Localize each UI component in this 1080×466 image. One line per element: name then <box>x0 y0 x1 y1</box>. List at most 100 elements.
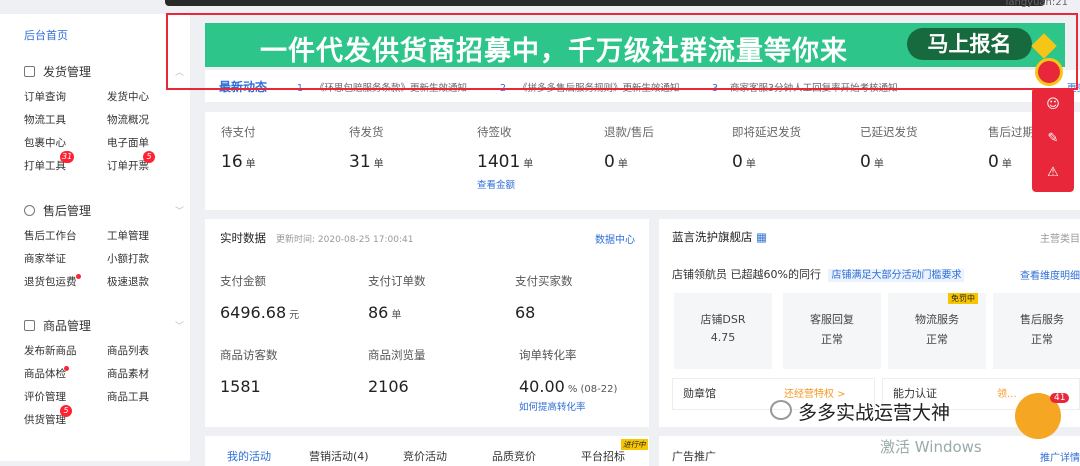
metric-label: 商品浏览量 <box>368 348 426 362</box>
tab-quality-bid[interactable]: 品质竞价 <box>492 448 536 464</box>
stat-number: 0 <box>988 152 999 172</box>
item-label: 商品体检 <box>24 368 66 380</box>
data-center-link[interactable]: 数据中心 <box>595 231 635 246</box>
sidebar-item-ticket-manage[interactable]: 工单管理 <box>107 228 184 244</box>
item-label: 订单开票 <box>107 160 149 172</box>
top-bar: langyuan:21 <box>0 0 1080 14</box>
sidebar-item-shipping-center[interactable]: 发货中心 <box>107 89 184 105</box>
stat-number: 31 <box>349 152 371 172</box>
stat-number: 0 <box>860 152 871 172</box>
metric-value: 86 单 <box>368 303 426 322</box>
count-badge: 31 <box>60 151 75 163</box>
tab-bidding[interactable]: 竞价活动 <box>403 448 447 464</box>
stat-label: 待发货 <box>349 125 384 139</box>
wechat-icon <box>770 400 792 420</box>
sidebar-item-review-manage[interactable]: 评价管理 <box>24 389 107 405</box>
stat-pending-shipment[interactable]: 待发货 31 单 <box>349 124 384 172</box>
pilot-tag: 店铺满足大部分活动门槛要求 <box>828 269 965 282</box>
dimension-detail-link[interactable]: 查看维度明细 <box>1020 267 1080 282</box>
sidebar-item-e-waybill[interactable]: 电子面单 <box>107 135 184 151</box>
section-header[interactable]: 发货管理 ︿ <box>24 61 184 81</box>
section-header[interactable]: 商品管理 ﹀ <box>24 315 184 335</box>
metric-visitors: 商品访客数 1581 <box>220 347 278 396</box>
stat-number: 16 <box>221 152 243 172</box>
watermark-text: 多多实战运营大神 <box>798 402 951 424</box>
stat-pending-payment[interactable]: 待支付 16 单 <box>221 124 256 172</box>
sidebar-item-product-assets[interactable]: 商品素材 <box>107 366 184 382</box>
sidebar-item-invoice[interactable]: 订单开票 5 <box>107 151 184 174</box>
ads-detail-link[interactable]: 推广详情 <box>1040 449 1080 464</box>
card-aftersale[interactable]: 售后服务 正常 <box>993 293 1080 369</box>
sidebar-item-product-list[interactable]: 商品列表 <box>107 343 184 359</box>
store-name[interactable]: 蓝言洗护旗舰店 ▦ <box>672 229 767 245</box>
card-label: 客服回复 <box>810 313 854 326</box>
metric-pay-buyers: 支付买家数 68 <box>515 273 573 322</box>
sidebar-item-logistics-tools[interactable]: 物流工具 <box>24 112 107 128</box>
section-header[interactable]: 售后管理 ﹀ <box>24 200 184 220</box>
stat-pending-receipt[interactable]: 待签收 1401 单 查看金额 <box>477 124 533 191</box>
improve-conversion-link[interactable]: 如何提高转化率 <box>519 399 617 413</box>
metric-label: 支付订单数 <box>368 274 426 288</box>
sidebar-item-package-center[interactable]: 包裹中心 <box>24 135 107 151</box>
chevron-down-icon[interactable]: ﹀ <box>175 319 184 332</box>
chat-icon[interactable]: ☺ <box>1032 88 1074 122</box>
stat-aftersale-expired[interactable]: 售后过期 0单 <box>988 124 1034 172</box>
exempt-badge: 免罚中 <box>948 293 978 304</box>
stat-about-to-delay[interactable]: 即将延迟发货 0单 <box>732 124 801 172</box>
stat-number: 1401 <box>477 152 521 172</box>
tab-marketing[interactable]: 营销活动(4) <box>309 448 369 464</box>
metric-label: 询单转化率 <box>519 348 577 362</box>
view-amount-link[interactable]: 查看金额 <box>477 177 533 191</box>
sidebar-item-fast-refund[interactable]: 极速退款 <box>107 274 184 290</box>
metric-conversion: 询单转化率 40.00% (08-22) 如何提高转化率 <box>519 347 617 413</box>
sidebar-item-small-payment[interactable]: 小额打款 <box>107 251 184 267</box>
sidebar-item-merchant-evidence[interactable]: 商家举证 <box>24 251 107 267</box>
chevron-down-icon[interactable]: ﹀ <box>175 204 184 217</box>
cert-hint: 领... <box>997 389 1017 400</box>
sidebar-item-product-tools[interactable]: 商品工具 <box>107 389 184 405</box>
tab-my-activities[interactable]: 我的活动 <box>227 448 271 464</box>
qrcode-icon[interactable]: ▦ <box>756 230 767 244</box>
stat-value: 0单 <box>604 152 654 172</box>
sidebar-item-logistics-overview[interactable]: 物流概况 <box>107 112 184 128</box>
sidebar-item-aftersale-desk[interactable]: 售后工作台 <box>24 228 107 244</box>
highlight-annotation-box <box>166 13 1078 90</box>
tab-label: 平台招标 <box>581 450 625 463</box>
stat-unit: 单 <box>523 159 534 170</box>
sidebar-item-product-check[interactable]: 商品体检 <box>24 366 107 382</box>
sidebar-item-supply-manage[interactable]: 供货管理 5 <box>24 405 107 428</box>
card-logistics[interactable]: 免罚中 物流服务 正常 <box>888 293 986 369</box>
sidebar-item-return-shipping[interactable]: 退货包运费 <box>24 274 107 290</box>
sidebar: 后台首页 发货管理 ︿ 订单查询 发货中心 物流工具 物流概况 包裹中心 电子面… <box>0 14 190 461</box>
edit-icon[interactable]: ✎ <box>1032 122 1074 156</box>
section-title: 发货管理 <box>43 64 92 79</box>
stat-label: 待签收 <box>477 125 512 139</box>
stat-value: 16 单 <box>221 152 256 172</box>
tab-platform-tender[interactable]: 平台招标 进行中 <box>581 439 648 464</box>
stat-number: 0 <box>604 152 615 172</box>
card-service-reply[interactable]: 客服回复 正常 <box>783 293 881 369</box>
stat-delayed[interactable]: 已延迟发货 0单 <box>860 124 918 172</box>
username[interactable]: langyuan:21 <box>1006 0 1068 8</box>
mascot-icon[interactable] <box>1035 58 1063 86</box>
metric-number: 40.00 <box>519 377 565 396</box>
sidebar-item-new-product[interactable]: 发布新商品 <box>24 343 107 359</box>
item-label: 打单工具 <box>24 160 66 172</box>
metric-pay-amount: 支付金额 6496.68 元 <box>220 273 299 322</box>
metric-pay-orders: 支付订单数 86 单 <box>368 273 426 322</box>
pilot-label: 店铺领航员 <box>672 268 727 281</box>
stat-unit: 单 <box>373 159 384 170</box>
card-dsr[interactable]: 店铺DSR 4.75 <box>674 293 772 369</box>
sidebar-item-order-query[interactable]: 订单查询 <box>24 89 107 105</box>
count-badge: 5 <box>60 405 72 417</box>
store-category: 主营类目 <box>1040 234 1080 245</box>
metric-value: 2106 <box>368 377 426 396</box>
metric-number: 6496.68 <box>220 303 287 322</box>
sidebar-item-print-tool[interactable]: 打单工具 31 <box>24 151 107 174</box>
warning-icon[interactable]: ⚠ <box>1032 156 1074 190</box>
sidebar-home-link[interactable]: 后台首页 <box>24 27 68 43</box>
section-title: 售后管理 <box>43 203 92 218</box>
ads-panel: 广告推广 推广详情 <box>659 436 1080 466</box>
order-stats-panel: 待支付 16 单 待发货 31 单 待签收 1401 单 查看金额 退款/售后 0单 … <box>205 112 1080 210</box>
stat-refund[interactable]: 退款/售后 0单 <box>604 124 654 172</box>
